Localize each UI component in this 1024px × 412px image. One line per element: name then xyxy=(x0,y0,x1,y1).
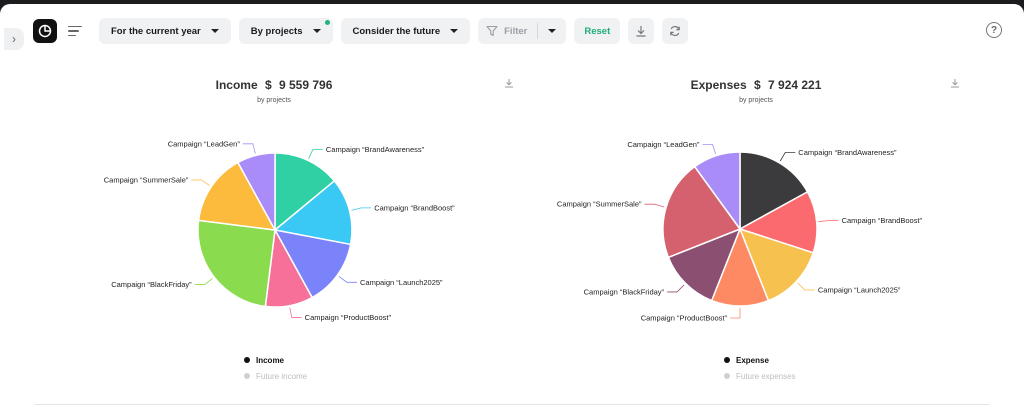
expenses-legend: Expense Future expenses xyxy=(724,352,796,384)
legend-label: Future income xyxy=(256,371,308,381)
reset-label: Reset xyxy=(584,25,611,37)
download-icon xyxy=(636,26,646,37)
app-window: › For the current year By projects Consi… xyxy=(0,4,1024,412)
slice-label: Campaign “LeadGen” xyxy=(627,140,700,149)
refresh-icon xyxy=(670,25,681,37)
legend-swatch xyxy=(244,357,250,363)
slice-label: Campaign “SummerSale” xyxy=(104,175,189,184)
period-label: For the current year xyxy=(111,25,201,37)
slice-label: Campaign “BrandAwareness” xyxy=(326,145,425,154)
sidebar-toggle[interactable]: › xyxy=(4,28,24,50)
filter-label: Filter xyxy=(504,25,528,37)
leader-line xyxy=(702,143,716,154)
caret-down-icon xyxy=(450,29,459,33)
download-button[interactable] xyxy=(628,18,655,44)
expenses-subtitle: by projects xyxy=(739,97,773,104)
leader-line xyxy=(667,284,685,293)
period-dropdown[interactable]: For the current year xyxy=(99,18,231,44)
income-pie-chart: Campaign “BrandAwareness” Campaign “Brand… xyxy=(104,139,455,322)
legend-label: Expense xyxy=(736,355,769,365)
leader-line xyxy=(818,220,839,222)
legend-item-income[interactable]: Income xyxy=(244,352,307,368)
expenses-total: 7 924 221 xyxy=(768,78,822,92)
expenses-title: Expenses $ 7 924 221 xyxy=(506,78,1006,92)
sort-lines-icon xyxy=(68,25,82,28)
refresh-button[interactable] xyxy=(662,18,689,44)
slice-label: Campaign “Launch2025” xyxy=(360,278,443,287)
expenses-currency: $ xyxy=(753,78,761,92)
legend-swatch xyxy=(724,357,730,363)
income-title: Income $ 9 559 796 xyxy=(24,78,524,92)
leader-line xyxy=(644,203,665,208)
filter-options-button[interactable] xyxy=(538,29,566,33)
logo-button[interactable] xyxy=(33,19,57,43)
bottom-divider xyxy=(34,404,990,405)
leader-line xyxy=(797,282,815,291)
slice-label: Campaign “LeadGen” xyxy=(168,139,241,148)
caret-down-icon xyxy=(312,29,321,33)
grouping-label: By projects xyxy=(250,25,303,37)
legend-item-expense[interactable]: Expense xyxy=(724,352,796,368)
leader-line xyxy=(338,276,358,283)
slice-label: Campaign “ProductBoost” xyxy=(641,314,728,323)
expenses-panel: Campaign “BrandAwareness” Campaign “Brand… xyxy=(506,70,1006,390)
income-legend: Income Future income xyxy=(244,352,307,384)
slice-label: Campaign “BlackFriday” xyxy=(111,280,192,289)
income-currency: $ xyxy=(264,78,272,92)
leader-line xyxy=(242,143,256,154)
leader-line xyxy=(289,307,302,318)
expenses-title-label: Expenses xyxy=(690,78,747,92)
caret-down-icon xyxy=(548,29,557,33)
legend-swatch xyxy=(244,373,250,379)
income-title-label: Income xyxy=(215,78,258,92)
legend-item-future-income[interactable]: Future income xyxy=(244,368,307,384)
slice-label: Campaign “ProductBoost” xyxy=(305,313,392,322)
leader-line xyxy=(730,308,741,319)
future-label: Consider the future xyxy=(352,25,441,37)
pie-chart-icon xyxy=(38,24,52,38)
pie-slice-campaign-blackfriday[interactable] xyxy=(197,219,276,308)
leader-line xyxy=(351,207,372,211)
sort-line xyxy=(68,34,76,37)
grouping-dropdown[interactable]: By projects xyxy=(238,18,333,44)
legend-swatch xyxy=(724,373,730,379)
legend-label: Future expenses xyxy=(736,371,796,381)
leader-line xyxy=(191,179,210,186)
download-icon[interactable] xyxy=(950,78,960,88)
filter-control[interactable]: Filter xyxy=(478,18,567,44)
active-dot-badge xyxy=(324,20,330,25)
legend-item-future-expenses[interactable]: Future expenses xyxy=(724,368,796,384)
income-total: 9 559 796 xyxy=(279,78,333,92)
sort-line xyxy=(68,30,79,32)
future-dropdown[interactable]: Consider the future xyxy=(340,18,471,44)
help-button[interactable]: ? xyxy=(986,22,1002,38)
filter-button[interactable]: Filter xyxy=(486,23,539,39)
reset-button[interactable]: Reset xyxy=(574,18,621,44)
toolbar: For the current year By projects Conside… xyxy=(33,18,689,44)
leader-line xyxy=(194,278,213,285)
legend-label: Income xyxy=(256,355,285,365)
slice-label: Campaign “BrandBoost” xyxy=(842,216,923,225)
funnel-icon xyxy=(486,25,498,37)
caret-down-icon xyxy=(210,29,219,33)
slice-label: Campaign “SummerSale” xyxy=(557,200,642,209)
question-icon: ? xyxy=(990,24,998,36)
slice-label: Campaign “BlackFriday” xyxy=(584,287,665,296)
income-panel: Campaign “BrandAwareness” Campaign “Brand… xyxy=(24,70,524,390)
leader-line xyxy=(308,149,323,159)
slice-label: Campaign “Launch2025” xyxy=(818,285,901,294)
chevron-right-icon: › xyxy=(12,32,16,46)
slice-label: Campaign “BrandAwareness” xyxy=(798,148,897,157)
income-subtitle: by projects xyxy=(257,97,291,104)
leader-line xyxy=(779,151,796,162)
expenses-pie-chart: Campaign “BrandAwareness” Campaign “Brand… xyxy=(557,140,923,323)
sort-menu-button[interactable] xyxy=(65,19,87,43)
slice-label: Campaign “BrandBoost” xyxy=(374,203,455,212)
